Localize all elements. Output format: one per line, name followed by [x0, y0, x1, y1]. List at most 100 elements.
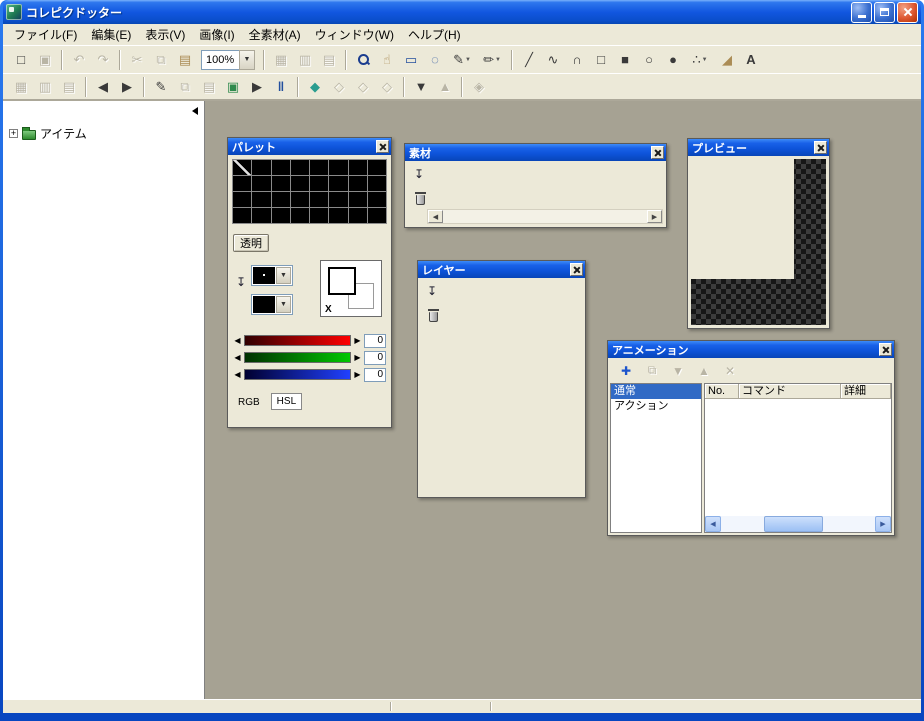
- green-value-field[interactable]: 0: [364, 350, 386, 365]
- increase-button[interactable]: ▶: [353, 370, 362, 379]
- list-item-action[interactable]: アクション: [611, 399, 701, 414]
- next-frame-button[interactable]: ▶: [115, 76, 139, 98]
- select-rect-button[interactable]: ▭: [399, 49, 423, 71]
- color-swatch[interactable]: [348, 192, 368, 208]
- color-swatch[interactable]: [310, 192, 330, 208]
- column-no[interactable]: No.: [705, 384, 739, 399]
- color-swatch[interactable]: [290, 192, 310, 208]
- frame-edit-button[interactable]: ✎: [149, 76, 173, 98]
- brush-tool-button[interactable]: ✏ ▼: [477, 49, 507, 71]
- keyframe-clear-button[interactable]: ◇: [375, 76, 399, 98]
- chevron-down-icon[interactable]: ▼: [276, 296, 291, 313]
- keyframe-button[interactable]: ◆: [303, 76, 327, 98]
- delete-material-button[interactable]: [411, 191, 429, 209]
- scroll-left-button[interactable]: ◀: [428, 210, 443, 223]
- delete-layer-button[interactable]: [424, 308, 442, 326]
- tab-hsl[interactable]: HSL: [270, 393, 303, 410]
- fg-bg-switcher[interactable]: X: [320, 260, 382, 317]
- blue-slider-bar[interactable]: [244, 369, 351, 380]
- close-button[interactable]: [376, 140, 389, 153]
- redo-button[interactable]: ↷: [91, 49, 115, 71]
- column-command[interactable]: コマンド: [739, 384, 841, 399]
- line-tool-button[interactable]: ╱: [517, 49, 541, 71]
- close-button[interactable]: [897, 1, 918, 23]
- scrollbar-thumb[interactable]: [764, 516, 823, 532]
- color-swatch[interactable]: [252, 208, 272, 224]
- pen-tool-button[interactable]: ✎ ▼: [447, 49, 477, 71]
- keyframe-remove-button[interactable]: ◇: [351, 76, 375, 98]
- color-swatch[interactable]: [329, 176, 349, 192]
- column-detail[interactable]: 詳細: [841, 384, 891, 399]
- copy-button[interactable]: ⧉: [149, 49, 173, 71]
- increase-button[interactable]: ▶: [353, 336, 362, 345]
- layer-titlebar[interactable]: レイヤー: [418, 261, 585, 278]
- maximize-button[interactable]: [874, 1, 895, 23]
- zoom-value[interactable]: 100%: [201, 49, 239, 70]
- color-swatch[interactable]: [233, 208, 253, 224]
- close-button[interactable]: [879, 343, 892, 356]
- play-button[interactable]: ▶: [245, 76, 269, 98]
- grid-medium-button[interactable]: ▥: [293, 49, 317, 71]
- paste-button[interactable]: ▤: [173, 49, 197, 71]
- menu-materials[interactable]: 全素材(A): [242, 24, 308, 45]
- animation-scrollbar[interactable]: ◀ ▶: [705, 516, 891, 532]
- color-swatch[interactable]: [367, 176, 387, 192]
- color-swatch[interactable]: [348, 208, 368, 224]
- grid-large-button[interactable]: ▤: [317, 49, 341, 71]
- scrollbar-track[interactable]: [443, 210, 647, 223]
- preview-titlebar[interactable]: プレビュー: [688, 139, 829, 156]
- frame-paste-button[interactable]: ▤: [197, 76, 221, 98]
- color-swatch[interactable]: [310, 160, 330, 176]
- spray-tool-button[interactable]: ∴ ▼: [685, 49, 715, 71]
- animation-titlebar[interactable]: アニメーション: [608, 341, 894, 358]
- tile-horizontal-button[interactable]: ▥: [33, 76, 57, 98]
- menu-window[interactable]: ウィンドウ(W): [308, 24, 401, 45]
- undo-button[interactable]: ↶: [67, 49, 91, 71]
- transparent-swatch[interactable]: [233, 160, 253, 176]
- menu-help[interactable]: ヘルプ(H): [401, 24, 468, 45]
- red-value-field[interactable]: 0: [364, 333, 386, 348]
- blue-value-field[interactable]: 0: [364, 367, 386, 382]
- hand-tool-button[interactable]: ☝: [375, 49, 399, 71]
- tile-view-button[interactable]: ▦: [9, 76, 33, 98]
- rect-tool-button[interactable]: □: [589, 49, 613, 71]
- decrease-button[interactable]: ◀: [233, 353, 242, 362]
- move-command-down-button[interactable]: ▼: [668, 362, 688, 380]
- color-swatch[interactable]: [233, 176, 253, 192]
- color-swatch[interactable]: [271, 192, 291, 208]
- decrease-button[interactable]: ◀: [233, 336, 242, 345]
- ellipse-fill-tool-button[interactable]: ●: [661, 49, 685, 71]
- scrollbar-track[interactable]: [721, 516, 875, 532]
- palette-titlebar[interactable]: パレット: [228, 138, 391, 155]
- transparent-button[interactable]: 透明: [233, 234, 269, 252]
- color-swatch[interactable]: [252, 192, 272, 208]
- scroll-right-button[interactable]: ▶: [647, 210, 662, 223]
- color-swatch[interactable]: [271, 160, 291, 176]
- decrease-button[interactable]: ◀: [233, 370, 242, 379]
- zoom-tool-button[interactable]: [351, 49, 375, 71]
- move-down-button[interactable]: ▼: [409, 76, 433, 98]
- save-button[interactable]: ▣: [33, 49, 57, 71]
- color-swatch[interactable]: [348, 176, 368, 192]
- minimize-button[interactable]: [851, 1, 872, 23]
- color-swatch[interactable]: [348, 160, 368, 176]
- material-titlebar[interactable]: 素材: [405, 144, 666, 161]
- ellipse-tool-button[interactable]: ○: [637, 49, 661, 71]
- frame-copy-button[interactable]: ⧉: [173, 76, 197, 98]
- collapse-panel-button[interactable]: [190, 106, 200, 116]
- scroll-left-button[interactable]: ◀: [705, 516, 721, 532]
- new-file-button[interactable]: □: [9, 49, 33, 71]
- color-swatch[interactable]: [310, 176, 330, 192]
- rect-fill-tool-button[interactable]: ■: [613, 49, 637, 71]
- menu-view[interactable]: 表示(V): [138, 24, 192, 45]
- pause-button[interactable]: ‖: [269, 76, 293, 98]
- color-swatch[interactable]: [271, 176, 291, 192]
- duplicate-command-button[interactable]: ⧉: [642, 362, 662, 380]
- increase-button[interactable]: ▶: [353, 353, 362, 362]
- scroll-right-button[interactable]: ▶: [875, 516, 891, 532]
- chevron-down-icon[interactable]: ▼: [239, 49, 255, 70]
- color-swatch[interactable]: [290, 160, 310, 176]
- add-command-button[interactable]: ✚: [616, 362, 636, 380]
- color-swatch[interactable]: [252, 160, 272, 176]
- select-lasso-button[interactable]: ◌: [423, 49, 447, 71]
